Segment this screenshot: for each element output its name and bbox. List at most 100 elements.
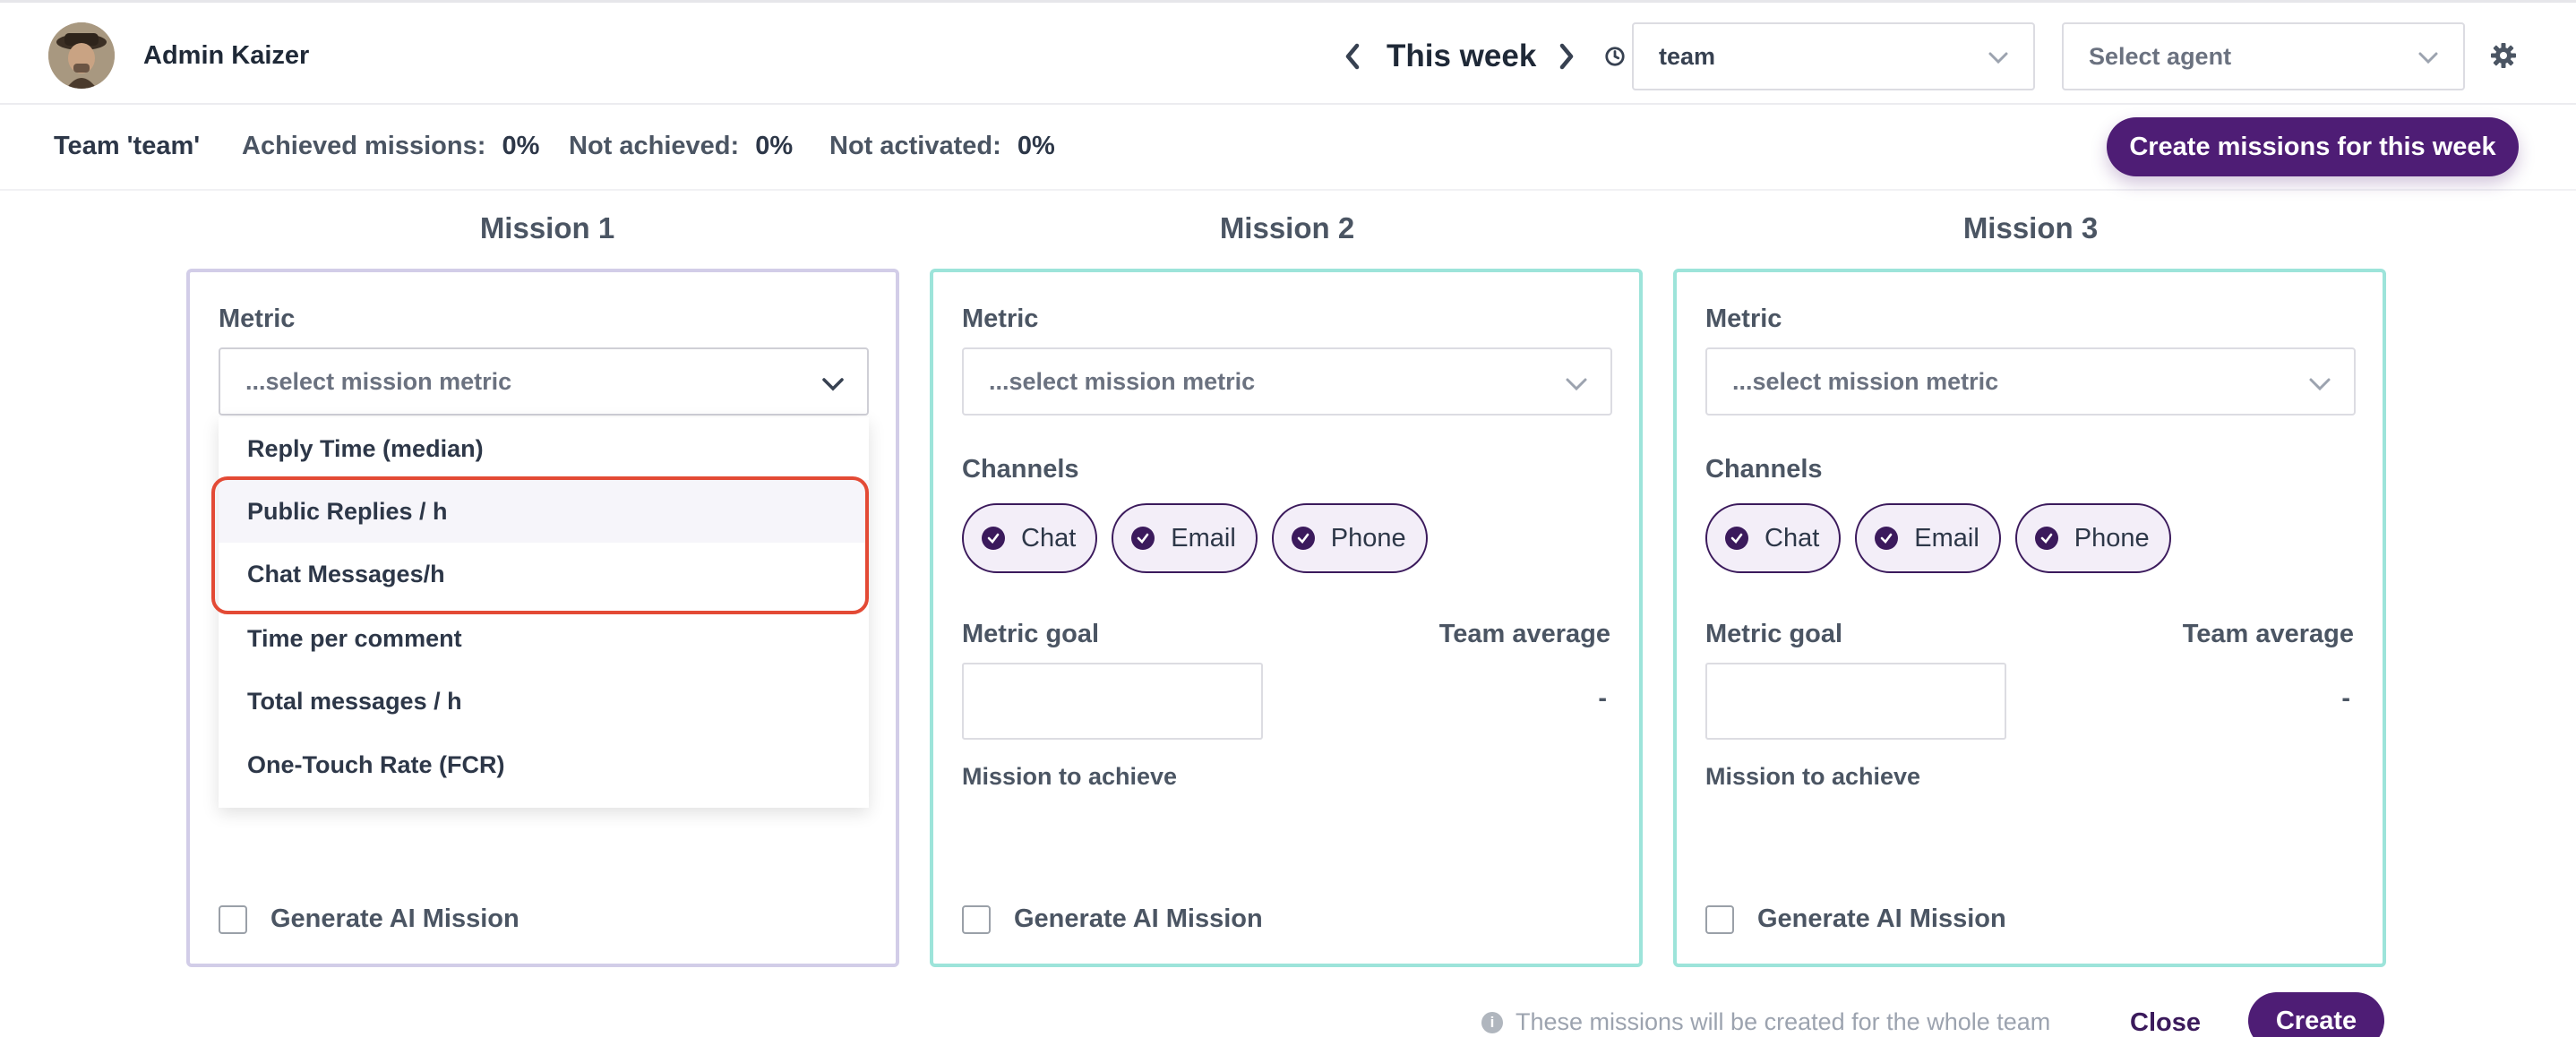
- generate-ai-checkbox[interactable]: [962, 904, 991, 934]
- top-bar: Admin Kaizer This week team Select agent: [0, 0, 2576, 105]
- check-circle-icon: [1725, 527, 1748, 550]
- mission-to-achieve-label: Mission to achieve: [1705, 763, 1921, 790]
- footer-note-text: These missions will be created for the w…: [1516, 1008, 2051, 1035]
- user-name: Admin Kaizer: [143, 41, 310, 70]
- mission-1-card: Metric ...select mission metric Reply Ti…: [186, 269, 899, 967]
- team-average-label: Team average: [1438, 620, 1610, 648]
- prev-week-icon[interactable]: [1342, 40, 1363, 73]
- not-activated-value: 0%: [1017, 132, 1055, 160]
- channel-label: Chat: [1021, 523, 1077, 553]
- mission-3-title: Mission 3: [1962, 211, 2099, 244]
- metric-label: Metric: [1705, 304, 1782, 333]
- channel-label: Email: [1914, 523, 1979, 553]
- channel-label: Email: [1171, 523, 1236, 553]
- channel-chip-chat[interactable]: Chat: [1705, 503, 1842, 573]
- mission-2-card: Metric ...select mission metric Channels…: [930, 269, 1643, 967]
- not-achieved-label: Not achieved:: [569, 132, 740, 160]
- mission-1-metric-select[interactable]: ...select mission metric: [219, 347, 869, 416]
- dropdown-option[interactable]: Public Replies / h: [219, 480, 869, 543]
- dropdown-option[interactable]: Tickets Solved / h: [219, 790, 869, 809]
- channel-chip-phone[interactable]: Phone: [1271, 503, 1428, 573]
- channel-label: Phone: [2074, 523, 2150, 553]
- channel-chip-phone[interactable]: Phone: [2014, 503, 2171, 573]
- info-icon: i: [1481, 1011, 1503, 1033]
- team-average-label: Team average: [2182, 620, 2354, 648]
- week-label: This week: [1387, 39, 1537, 73]
- check-circle-icon: [1875, 527, 1899, 550]
- not-achieved-stat: Not achieved: 0%: [569, 132, 793, 161]
- metric-select-placeholder: ...select mission metric: [989, 367, 1256, 395]
- stats-bar: Team 'team' Achieved missions: 0% Not ac…: [0, 107, 2576, 191]
- generate-ai-row: Generate AI Mission: [219, 904, 519, 934]
- metric-label: Metric: [219, 304, 296, 333]
- channel-chip-email[interactable]: Email: [1112, 503, 1258, 573]
- mission-1-title: Mission 1: [479, 211, 615, 244]
- mission-2-metric-select[interactable]: ...select mission metric: [962, 347, 1612, 416]
- achieved-stat: Achieved missions: 0%: [242, 132, 539, 161]
- mission-3-metric-select[interactable]: ...select mission metric: [1705, 347, 2356, 416]
- dropdown-option[interactable]: Chat Messages/h: [219, 543, 869, 605]
- footer-note: i These missions will be created for the…: [1481, 1008, 2050, 1036]
- check-circle-icon: [1291, 527, 1315, 550]
- metric-select-placeholder: ...select mission metric: [1732, 367, 1999, 395]
- not-activated-stat: Not activated: 0%: [829, 132, 1055, 161]
- chevron-down-icon: [2418, 52, 2438, 64]
- chevron-down-icon: [1566, 378, 1587, 391]
- generate-ai-checkbox[interactable]: [1705, 904, 1734, 934]
- metric-label: Metric: [962, 304, 1039, 333]
- week-navigator: This week: [1342, 35, 1626, 78]
- chevron-down-icon: [822, 378, 844, 391]
- generate-ai-row: Generate AI Mission: [962, 904, 1263, 934]
- chevron-down-icon: [1988, 52, 2008, 64]
- metric-goal-label: Metric goal: [1705, 620, 1843, 648]
- metric-goal-label: Metric goal: [962, 620, 1100, 648]
- agent-select[interactable]: Select agent: [2062, 22, 2465, 90]
- clock-icon[interactable]: [1604, 40, 1626, 73]
- not-achieved-value: 0%: [755, 132, 794, 160]
- team-select-value: team: [1659, 42, 1716, 70]
- channel-chip-email[interactable]: Email: [1855, 503, 2001, 573]
- check-circle-icon: [982, 527, 1005, 550]
- metric-select-placeholder: ...select mission metric: [245, 367, 512, 395]
- generate-ai-label: Generate AI Mission: [270, 904, 519, 933]
- team-average-value: -: [2341, 684, 2350, 713]
- channel-label: Chat: [1765, 523, 1820, 553]
- chevron-down-icon: [2309, 378, 2331, 391]
- dropdown-option[interactable]: Reply Time (median): [219, 417, 869, 480]
- gear-icon[interactable]: [2490, 42, 2517, 69]
- metric-goal-input[interactable]: [962, 663, 1263, 740]
- create-button[interactable]: Create: [2248, 992, 2384, 1037]
- mission-2-title: Mission 2: [1219, 211, 1355, 244]
- channels-label: Channels: [962, 455, 1079, 484]
- team-average-value: -: [1598, 684, 1607, 713]
- create-missions-week-button[interactable]: Create missions for this week: [2107, 117, 2519, 176]
- team-label: Team 'team': [54, 132, 201, 160]
- dropdown-option[interactable]: Time per comment: [219, 607, 869, 670]
- channels-label: Channels: [1705, 455, 1823, 484]
- generate-ai-row: Generate AI Mission: [1705, 904, 2006, 934]
- channel-chip-chat[interactable]: Chat: [962, 503, 1098, 573]
- achieved-label: Achieved missions:: [242, 132, 486, 160]
- agent-select-placeholder: Select agent: [2089, 42, 2232, 70]
- close-button[interactable]: Close: [2130, 1008, 2201, 1037]
- check-circle-icon: [1131, 527, 1155, 550]
- generate-ai-label: Generate AI Mission: [1014, 904, 1263, 933]
- channel-chips: Chat Email Phone: [1705, 503, 2185, 573]
- mission-3-card: Metric ...select mission metric Channels…: [1673, 269, 2386, 967]
- mission-to-achieve-label: Mission to achieve: [962, 763, 1178, 790]
- not-activated-label: Not activated:: [829, 132, 1001, 160]
- avatar-image: [48, 22, 115, 89]
- next-week-icon[interactable]: [1556, 40, 1577, 73]
- channel-chips: Chat Email Phone: [962, 503, 1442, 573]
- metric-goal-input[interactable]: [1705, 663, 2006, 740]
- team-select[interactable]: team: [1632, 22, 2035, 90]
- check-circle-icon: [2034, 527, 2058, 550]
- dropdown-option[interactable]: One-Touch Rate (FCR): [219, 733, 869, 796]
- achieved-value: 0%: [502, 132, 540, 160]
- channel-label: Phone: [1330, 523, 1406, 553]
- generate-ai-label: Generate AI Mission: [1757, 904, 2006, 933]
- generate-ai-checkbox[interactable]: [219, 904, 247, 934]
- avatar[interactable]: [48, 22, 115, 89]
- dropdown-option[interactable]: Total messages / h: [219, 670, 869, 733]
- metric-dropdown: Reply Time (median) Public Replies / h C…: [219, 417, 869, 808]
